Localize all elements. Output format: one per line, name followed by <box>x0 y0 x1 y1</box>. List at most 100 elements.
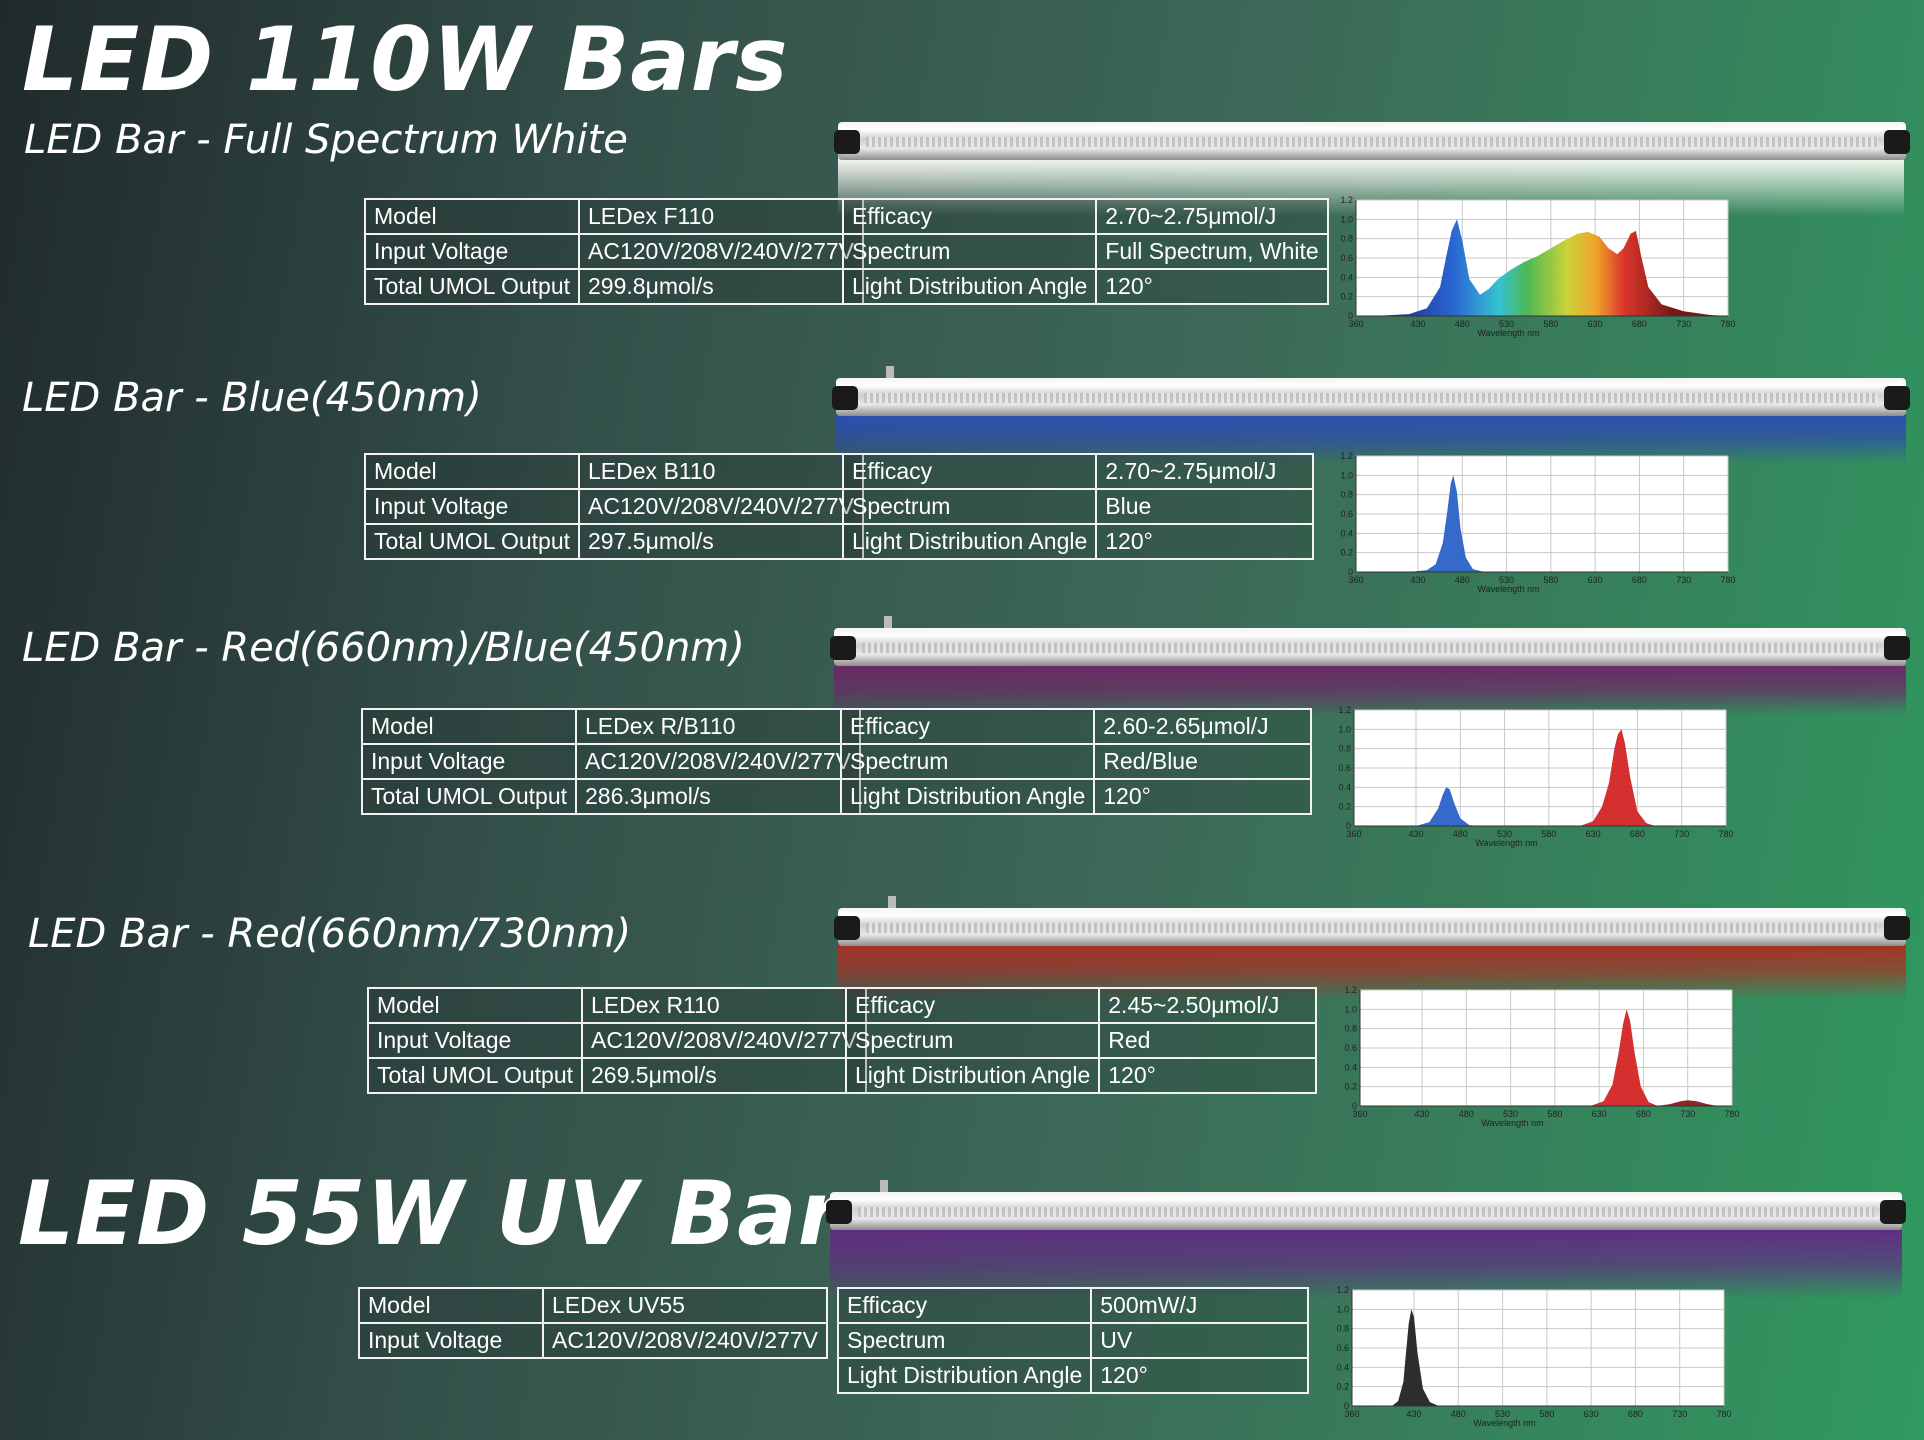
x-axis-label: Wavelength nm <box>1477 584 1539 594</box>
x-tick-label: 630 <box>1588 319 1603 329</box>
efficacy-value: 2.45~2.50μmol/J <box>1098 987 1317 1024</box>
spectrum-chart: 360 430 480 530 580 630 680 730 78000.20.40.60.8… <box>1344 985 1739 1128</box>
table-row: Model LEDex F110 <box>363 198 864 235</box>
spec-table-optical: Efficacy 2.45~2.50μmol/J Spectrum Red Ligh… <box>844 987 1317 1094</box>
main-title: LED 110W Bars <box>22 8 789 111</box>
spec-table-optical: Efficacy 500mW/J Spectrum UV Light Distrib… <box>836 1287 1309 1394</box>
x-axis-label: Wavelength nm <box>1475 838 1537 848</box>
angle-label: Light Distribution Angle <box>844 1057 1101 1094</box>
model-value: LEDex F110 <box>578 198 864 235</box>
spec-table-electrical: Model LEDex B110 Input Voltage AC120V/208V… <box>363 453 864 560</box>
spec-table-electrical: Model LEDex R110 Input Voltage AC120V/208V… <box>366 987 867 1094</box>
uv-title: LED 55W UV Bar <box>18 1162 843 1265</box>
table-row: Total UMOL Output 299.8μmol/s <box>363 268 864 305</box>
y-tick-label: 1.2 <box>1344 985 1357 995</box>
y-tick-label: 1.0 <box>1340 470 1353 480</box>
angle-label: Light Distribution Angle <box>836 1357 1093 1394</box>
x-tick-label: 730 <box>1676 575 1691 585</box>
y-tick-label: 1.2 <box>1340 451 1353 461</box>
x-tick-label: 430 <box>1408 829 1423 839</box>
spectrum-chart: 360 430 480 530 580 630 680 730 78000.20.40.60.8… <box>1338 705 1733 848</box>
angle-value: 120° <box>1098 1057 1317 1094</box>
umol-value: 269.5μmol/s <box>581 1057 867 1094</box>
x-tick-label: 780 <box>1724 1109 1739 1119</box>
spectrum-label: Spectrum <box>839 743 1096 780</box>
y-tick-label: 0.6 <box>1340 253 1353 263</box>
angle-label: Light Distribution Angle <box>839 778 1096 815</box>
table-row: Input Voltage AC120V/208V/240V/277V <box>360 743 861 780</box>
y-tick-label: 0 <box>1348 311 1353 321</box>
y-tick-label: 1.0 <box>1344 1004 1357 1014</box>
x-tick-label: 430 <box>1414 1109 1429 1119</box>
spectrum-label: Spectrum <box>841 488 1098 525</box>
model-label: Model <box>366 987 584 1024</box>
umol-label: Total UMOL Output <box>366 1057 584 1094</box>
voltage-value: AC120V/208V/240V/277V <box>578 488 864 525</box>
table-row: Spectrum Red/Blue <box>839 743 1312 780</box>
x-tick-label: 630 <box>1584 1409 1599 1419</box>
x-tick-label: 480 <box>1455 319 1470 329</box>
product-heading-blue: LED Bar - Blue(450nm) <box>22 375 482 421</box>
product-heading-red: LED Bar - Red(660nm/730nm) <box>28 911 632 957</box>
led-bar-image <box>834 118 1910 164</box>
spectrum-value: Red/Blue <box>1093 743 1312 780</box>
table-row: Light Distribution Angle 120° <box>841 268 1329 305</box>
efficacy-value: 2.70~2.75μmol/J <box>1095 198 1329 235</box>
table-row: Efficacy 500mW/J <box>836 1287 1309 1324</box>
x-tick-label: 580 <box>1539 1409 1554 1419</box>
led-bar-image <box>834 896 1910 950</box>
spectrum-value: Red <box>1098 1022 1317 1059</box>
x-tick-label: 430 <box>1410 575 1425 585</box>
x-tick-label: 480 <box>1453 829 1468 839</box>
led-bar-image <box>830 616 1910 670</box>
y-tick-label: 1.0 <box>1340 214 1353 224</box>
table-row: Efficacy 2.45~2.50μmol/J <box>844 987 1317 1024</box>
spectrum-label: Spectrum <box>841 233 1098 270</box>
spec-table-optical: Efficacy 2.70~2.75μmol/J Spectrum Blue Lig… <box>841 453 1314 560</box>
model-value: LEDex R/B110 <box>575 708 861 745</box>
x-axis-label: Wavelength nm <box>1477 328 1539 338</box>
umol-value: 286.3μmol/s <box>575 778 861 815</box>
x-tick-label: 780 <box>1718 829 1733 839</box>
table-row: Spectrum UV <box>836 1322 1309 1359</box>
table-row: Model LEDex UV55 <box>357 1287 828 1324</box>
x-tick-label: 480 <box>1459 1109 1474 1119</box>
x-tick-label: 480 <box>1451 1409 1466 1419</box>
efficacy-value: 2.60-2.65μmol/J <box>1093 708 1312 745</box>
y-tick-label: 0.4 <box>1340 272 1353 282</box>
y-tick-label: 0.2 <box>1338 802 1351 812</box>
y-tick-label: 0 <box>1352 1101 1357 1111</box>
x-tick-label: 730 <box>1676 319 1691 329</box>
product-heading-red-blue: LED Bar - Red(660nm)/Blue(450nm) <box>22 625 745 671</box>
x-tick-label: 680 <box>1632 575 1647 585</box>
efficacy-label: Efficacy <box>841 453 1098 490</box>
y-tick-label: 0.8 <box>1338 744 1351 754</box>
table-row: Total UMOL Output 297.5μmol/s <box>363 523 864 560</box>
voltage-label: Input Voltage <box>363 233 581 270</box>
efficacy-label: Efficacy <box>844 987 1101 1024</box>
product-heading-full-spectrum: LED Bar - Full Spectrum White <box>24 117 628 163</box>
x-tick-label: 580 <box>1543 575 1558 585</box>
efficacy-label: Efficacy <box>839 708 1096 745</box>
y-tick-label: 0.8 <box>1340 234 1353 244</box>
y-tick-label: 0.2 <box>1340 292 1353 302</box>
voltage-value: AC120V/208V/240V/277V <box>581 1022 867 1059</box>
x-tick-label: 580 <box>1547 1109 1562 1119</box>
table-row: Model LEDex B110 <box>363 453 864 490</box>
table-row: Model LEDex R110 <box>366 987 867 1024</box>
x-tick-label: 580 <box>1543 319 1558 329</box>
x-tick-label: 680 <box>1632 319 1647 329</box>
y-tick-label: 0 <box>1344 1401 1349 1411</box>
y-tick-label: 0.6 <box>1344 1043 1357 1053</box>
y-tick-label: 1.0 <box>1336 1304 1349 1314</box>
model-label: Model <box>363 453 581 490</box>
efficacy-label: Efficacy <box>836 1287 1093 1324</box>
y-tick-label: 1.2 <box>1338 705 1351 715</box>
spec-table-optical: Efficacy 2.70~2.75μmol/J Spectrum Full Spe… <box>841 198 1329 305</box>
x-axis-label: Wavelength nm <box>1481 1118 1543 1128</box>
x-axis-label: Wavelength nm <box>1473 1418 1535 1428</box>
spectrum-value: UV <box>1090 1322 1309 1359</box>
efficacy-label: Efficacy <box>841 198 1098 235</box>
y-tick-label: 0.2 <box>1340 548 1353 558</box>
x-tick-label: 630 <box>1592 1109 1607 1119</box>
